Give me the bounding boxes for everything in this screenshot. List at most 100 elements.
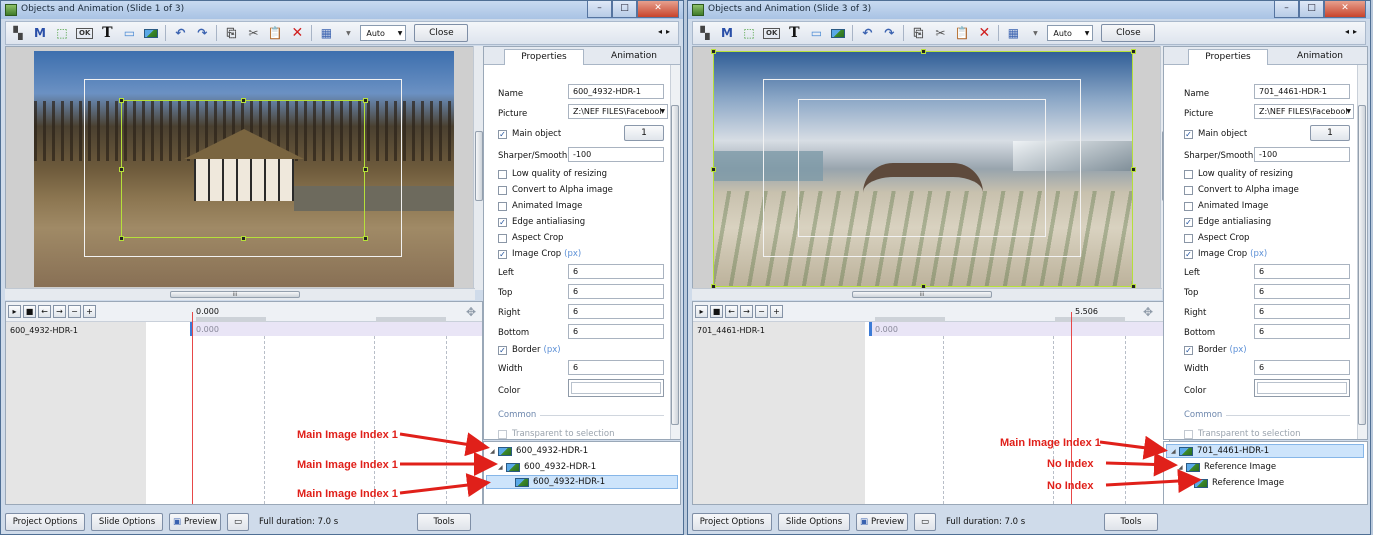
delete-icon[interactable]: ✕ (976, 24, 992, 42)
edge-antialiasing-checkbox[interactable]: ✓ Edge antialiasing (498, 217, 585, 227)
paste-icon[interactable]: 📋 (954, 24, 970, 42)
zoom-in-icon[interactable]: + (770, 305, 783, 318)
tab-properties[interactable]: Properties (1188, 49, 1268, 65)
maximize-button[interactable]: □ (1299, 1, 1324, 18)
resize-handle[interactable] (711, 49, 716, 54)
zoom-out-icon[interactable]: − (755, 305, 768, 318)
bottom-field[interactable]: 6 (568, 324, 664, 339)
stop-icon[interactable]: ■ (23, 305, 36, 318)
edge-antialiasing-checkbox[interactable]: ✓ Edge antialiasing (1184, 217, 1271, 227)
sharper-field[interactable]: -100 (1254, 147, 1350, 162)
color-picker[interactable] (568, 379, 664, 397)
keyframe-marker[interactable] (869, 322, 872, 336)
mask-button[interactable]: M (32, 24, 48, 42)
preview-canvas[interactable] (692, 46, 1162, 290)
projector-icon[interactable]: ▚ (10, 24, 26, 42)
tree-node-grandchild[interactable]: Reference Image (1194, 476, 1284, 490)
track-name[interactable]: 600_4932-HDR-1 (10, 326, 78, 335)
step-back-icon[interactable]: ← (725, 305, 738, 318)
tree-node-grandchild[interactable]: 600_4932-HDR-1 (486, 475, 678, 489)
zoom-select[interactable]: Auto ▼ (1047, 25, 1094, 41)
frame-icon[interactable]: ⬚ (741, 24, 757, 42)
image-icon[interactable] (830, 24, 846, 42)
button-object-icon[interactable]: OK (76, 27, 94, 39)
preview-canvas[interactable] (5, 46, 475, 290)
tab-properties[interactable]: Properties (504, 49, 584, 65)
tab-animation[interactable]: Animation (594, 49, 674, 65)
resize-handle[interactable] (363, 236, 368, 241)
border-checkbox[interactable]: ✓ Border (px) (1184, 345, 1247, 355)
top-field[interactable]: 6 (1254, 284, 1350, 299)
move-icon[interactable]: ✥ (1143, 305, 1153, 319)
left-field[interactable]: 6 (1254, 264, 1350, 279)
picture-select[interactable]: Z:\NEF FILES\Facebool ▼ (1254, 104, 1354, 119)
border-checkbox[interactable]: ✓ Border (px) (498, 345, 561, 355)
paste-icon[interactable]: 📋 (267, 24, 283, 42)
canvas-horizontal-scrollbar[interactable]: iii (692, 288, 1162, 300)
rectangle-icon[interactable]: ▭ (808, 24, 824, 42)
selection-box[interactable] (121, 100, 365, 238)
resize-handle[interactable] (241, 98, 246, 103)
canvas-horizontal-scrollbar[interactable]: iii (5, 288, 475, 300)
transparent-checkbox[interactable]: Transparent to selection (1184, 429, 1300, 439)
resize-handle[interactable] (711, 167, 716, 172)
tree-node-child[interactable]: ◢ 600_4932-HDR-1 (498, 460, 596, 474)
timeline[interactable]: ▸ ■ ← → − + 5.506 ✥ 701_4461-HDR-1 0.000 (692, 301, 1170, 505)
grid-icon[interactable]: ▦ (1005, 24, 1021, 42)
main-object-checkbox[interactable]: ✓ Main object (1184, 129, 1247, 139)
image-icon[interactable] (143, 24, 159, 42)
title-bar[interactable]: Objects and Animation (Slide 1 of 3) – □… (1, 1, 683, 19)
animated-image-checkbox[interactable]: Animated Image (498, 201, 582, 211)
zoom-in-icon[interactable]: + (83, 305, 96, 318)
cut-icon[interactable]: ✂ (932, 24, 948, 42)
picture-select[interactable]: Z:\NEF FILES\Facebool ▼ (568, 104, 668, 119)
rectangle-icon[interactable]: ▭ (121, 24, 137, 42)
resize-handle[interactable] (119, 236, 124, 241)
track-bar[interactable] (190, 322, 482, 336)
nav-arrows-icon[interactable]: ◂▸ (658, 27, 674, 36)
step-forward-icon[interactable]: → (740, 305, 753, 318)
tools-button[interactable]: Tools (417, 512, 471, 531)
project-options-button[interactable]: Project Options (692, 512, 772, 531)
animated-image-checkbox[interactable]: Animated Image (1184, 201, 1268, 211)
low-quality-checkbox[interactable]: Low quality of resizing (1184, 169, 1293, 179)
name-field[interactable]: 600_4932-HDR-1 (568, 84, 664, 99)
resize-handle[interactable] (921, 49, 926, 54)
frame-icon[interactable]: ⬚ (54, 24, 70, 42)
text-button[interactable]: T (786, 24, 802, 42)
button-object-icon[interactable]: OK (763, 27, 781, 39)
main-object-index-button[interactable]: 1 (624, 125, 664, 141)
project-options-button[interactable]: Project Options (5, 512, 85, 531)
preview-button[interactable]: ▣ Preview (856, 512, 908, 531)
grid-dropdown-icon[interactable]: ▼ (340, 24, 356, 42)
redo-icon[interactable]: ↷ (881, 24, 897, 42)
resize-handle[interactable] (363, 98, 368, 103)
minimize-button[interactable]: – (1274, 1, 1299, 18)
step-forward-icon[interactable]: → (53, 305, 66, 318)
bottom-field[interactable]: 6 (1254, 324, 1350, 339)
projector-icon[interactable]: ▚ (697, 24, 713, 42)
top-field[interactable]: 6 (568, 284, 664, 299)
fullscreen-button[interactable]: ▭ (914, 512, 936, 531)
grid-icon[interactable]: ▦ (318, 24, 334, 42)
left-field[interactable]: 6 (568, 264, 664, 279)
play-icon[interactable]: ▸ (8, 305, 21, 318)
main-object-index-button[interactable]: 1 (1310, 125, 1350, 141)
delete-icon[interactable]: ✕ (289, 24, 305, 42)
resize-handle[interactable] (1131, 49, 1136, 54)
selection-box[interactable] (713, 51, 1133, 287)
cut-icon[interactable]: ✂ (245, 24, 261, 42)
properties-scrollbar[interactable] (1357, 65, 1367, 439)
tools-button[interactable]: Tools (1104, 512, 1158, 531)
name-field[interactable]: 701_4461-HDR-1 (1254, 84, 1350, 99)
convert-alpha-checkbox[interactable]: Convert to Alpha image (498, 185, 613, 195)
tree-node-root[interactable]: ◢ 600_4932-HDR-1 (490, 444, 588, 458)
tree-node-root[interactable]: ◢ 701_4461-HDR-1 (1166, 444, 1364, 458)
step-back-icon[interactable]: ← (38, 305, 51, 318)
fullscreen-button[interactable]: ▭ (227, 512, 249, 531)
main-object-checkbox[interactable]: ✓ Main object (498, 129, 561, 139)
play-icon[interactable]: ▸ (695, 305, 708, 318)
width-field[interactable]: 6 (1254, 360, 1350, 375)
color-picker[interactable] (1254, 379, 1350, 397)
image-crop-checkbox[interactable]: ✓ Image Crop (px) (1184, 249, 1267, 259)
